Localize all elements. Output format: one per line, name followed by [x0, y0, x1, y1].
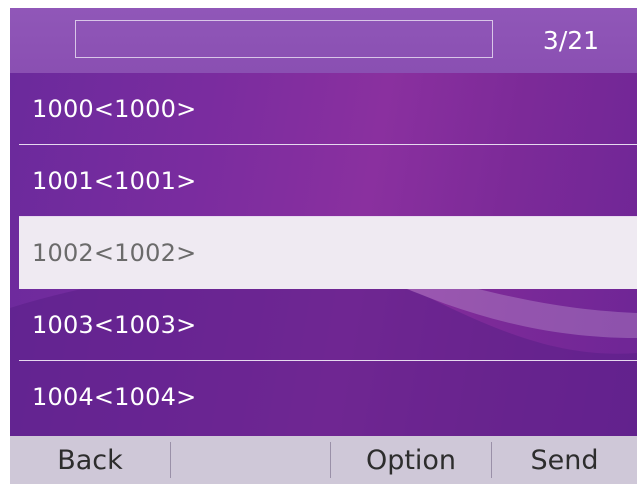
send-button[interactable]: Send	[492, 436, 637, 484]
page-counter: 3/21	[542, 26, 600, 55]
list-item-label: 1001<1001>	[32, 167, 197, 195]
option-button[interactable]: Option	[331, 436, 491, 484]
softkey-bar: Back Option Send	[10, 436, 637, 484]
contact-list: 1000<1000> 1001<1001> 1002<1002> 1003<10…	[10, 73, 637, 433]
list-item-label: 1004<1004>	[32, 383, 197, 411]
list-item[interactable]: 1003<1003>	[10, 289, 637, 361]
list-item[interactable]: 1001<1001>	[10, 145, 637, 217]
list-item-label: 1000<1000>	[32, 95, 197, 123]
list-item-label: 1003<1003>	[32, 311, 197, 339]
list-item[interactable]: 1004<1004>	[10, 361, 637, 433]
back-button[interactable]: Back	[10, 436, 170, 484]
top-bar: 3/21	[10, 8, 637, 73]
list-item-selected[interactable]: 1002<1002>	[19, 217, 637, 289]
search-input[interactable]	[75, 20, 493, 58]
phone-screen: 3/21 1000<1000> 1001<1001> 1002<1002> 10…	[10, 8, 637, 484]
list-item-label: 1002<1002>	[32, 239, 197, 267]
empty-softkey[interactable]	[171, 436, 330, 484]
list-item[interactable]: 1000<1000>	[10, 73, 637, 145]
